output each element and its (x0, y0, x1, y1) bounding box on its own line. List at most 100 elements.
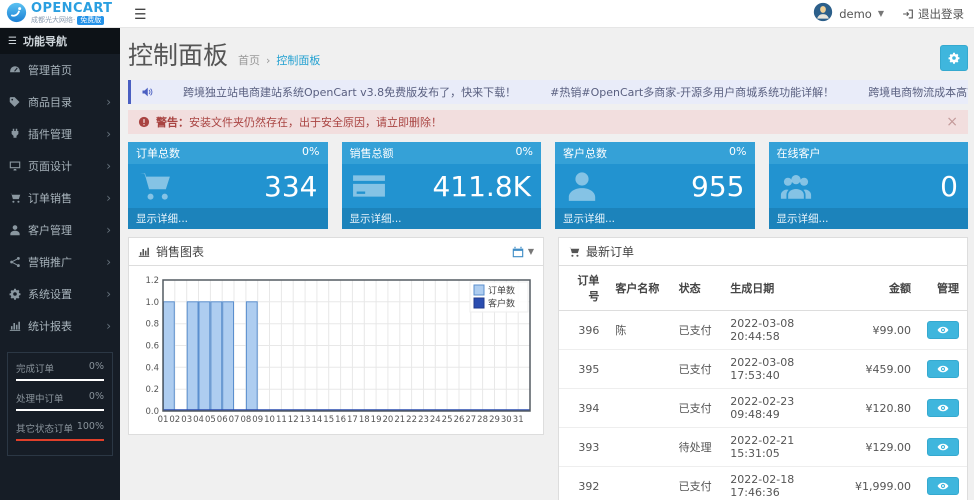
sidebar-item-label: 商品目录 (28, 96, 72, 109)
sidebar-order-stats: 完成订单 0% 处理中订单 0% 其它状态订单 100% (7, 352, 113, 456)
tile-details-link[interactable]: 显示详细... (341, 208, 541, 229)
sidebar-item-6[interactable]: 客户管理 › (0, 214, 120, 246)
dashboard-settings-button[interactable] (940, 45, 968, 71)
bar-chart-icon (138, 246, 150, 258)
tile-title: 在线客户 (776, 147, 821, 160)
logo[interactable]: OPENCART 成都光大网络· 免费版 (0, 2, 120, 26)
stat-tile-3: 客户总数 0% 955 显示详细... (555, 142, 755, 229)
announcement-items: 跨境独立站电商建站系统OpenCart v3.8免费版发布了，快来下载！ #热销#… (183, 84, 968, 100)
warning-alert: 警告：安装文件夹仍然存在，出于安全原因，请立即删除！ × (128, 110, 968, 134)
sidebar-item-7[interactable]: 营销推广 › (0, 246, 120, 278)
user-menu[interactable]: demo ▼ (813, 2, 884, 25)
chevron-right-icon: › (106, 319, 111, 333)
monitor-icon (9, 160, 21, 172)
main-content: 控制面板 首页 › 控制面板 跨境独立站电商建站系统OpenCart v3.8免… (120, 28, 974, 500)
sidebar-item-1[interactable]: 管理首页 (0, 54, 120, 86)
sidebar-item-3[interactable]: 插件管理 › (0, 118, 120, 150)
svg-text:31: 31 (513, 415, 524, 425)
tile-details-link[interactable]: 显示详细... (768, 208, 968, 229)
order-id: 395 (559, 349, 608, 389)
order-date: 2022-02-18 17:46:36 (730, 473, 795, 499)
chart-date-range-button[interactable]: ▼ (512, 246, 534, 258)
orders-table: 订单号 客户名称 状态 生成日期 金额 管理 396 陈 已支付 2022-03-08 2… (559, 266, 967, 500)
order-date: 2022-02-23 09:48:49 (722, 388, 846, 428)
svg-text:20: 20 (382, 415, 393, 425)
svg-text:24: 24 (430, 415, 441, 425)
svg-text:11: 11 (276, 415, 287, 425)
chevron-right-icon: › (106, 191, 111, 205)
sidebar-item-2[interactable]: 商品目录 › (0, 86, 120, 118)
svg-text:26: 26 (454, 415, 465, 425)
order-row: 392 已支付 2022-02-18 17:46:36 ¥1,999.00 (559, 467, 967, 500)
cart-icon (138, 169, 172, 203)
sidebar-item-9[interactable]: 统计报表 › (0, 310, 120, 342)
sales-chart-panel: 销售图表 ▼ 0.0 0.2 0.4 0.6 0.8 1.0 1.2 01 02 03 04 05 06… (128, 237, 544, 435)
order-amount: ¥459.00 (845, 349, 919, 389)
view-order-button[interactable] (927, 360, 959, 378)
view-order-button[interactable] (927, 477, 959, 495)
announcement-link[interactable]: 跨境独立站电商建站系统OpenCart v3.8免费版发布了，快来下载！ (183, 84, 516, 100)
order-date: 2022-02-21 15:31:05 (722, 427, 846, 467)
chevron-down-icon: ▼ (527, 247, 534, 256)
dashboard-icon (9, 64, 21, 76)
tile-details-link[interactable]: 显示详细... (555, 208, 755, 229)
announcement-link[interactable]: #热销#OpenCart多商家-开源多用户商城系统功能详解！ (550, 84, 834, 100)
exclamation-circle-icon (138, 116, 150, 128)
breadcrumb-current[interactable]: 控制面板 (276, 52, 320, 68)
sidebar-item-label: 插件管理 (28, 128, 72, 141)
svg-text:04: 04 (193, 415, 204, 425)
svg-text:1.0: 1.0 (145, 298, 159, 308)
view-order-button[interactable] (927, 321, 959, 339)
stat-tiles: 订单总数 0% 334 显示详细... 销售总额 0% 411.8K 显示详细.… (128, 142, 968, 229)
opencart-logo-icon (6, 2, 27, 26)
avatar (813, 2, 833, 25)
nav-header: ☰ 功能导航 (0, 28, 120, 54)
svg-text:18: 18 (359, 415, 370, 425)
tile-title: 销售总额 (349, 147, 394, 160)
sidebar-stat-label: 其它状态订单 (16, 424, 74, 435)
svg-text:10: 10 (264, 415, 275, 425)
tile-value: 0 (940, 169, 958, 203)
sidebar-toggle-button[interactable]: ☰ (120, 0, 161, 28)
sidebar-stat-label: 完成订单 (16, 364, 55, 375)
stat-tile-4: 在线客户 0 显示详细... (768, 142, 968, 229)
order-row: 394 已支付 2022-02-23 09:48:49 ¥120.80 (559, 388, 967, 428)
svg-text:02: 02 (169, 415, 180, 425)
sales-bar-chart: 0.0 0.2 0.4 0.6 0.8 1.0 1.2 01 02 03 04 05 06 07 08 09 1… (129, 266, 543, 434)
username: demo (839, 6, 872, 21)
sidebar-stat: 完成订单 0% (16, 361, 104, 381)
eye-icon (937, 402, 949, 414)
sidebar-item-4[interactable]: 页面设计 › (0, 150, 120, 182)
tile-percent: 0% (515, 145, 533, 158)
close-icon[interactable]: × (946, 115, 958, 129)
page-title: 控制面板 (128, 41, 229, 70)
order-customer: 陈 (607, 310, 671, 350)
opencart-admin-dashboard: OPENCART 成都光大网络· 免费版 ☰ demo ▼ 退出登录 ☰ 功能导… (0, 0, 974, 500)
sidebar-stat-value: 0% (88, 391, 104, 402)
orders-column-header: 状态 (670, 266, 723, 311)
sidebar-stat-value: 0% (88, 361, 104, 372)
svg-text:22: 22 (406, 415, 417, 425)
announcement-link[interactable]: 跨境电商物流成本高？各类物流模式总有一款适合你！ (868, 84, 968, 100)
sidebar-item-8[interactable]: 系统设置 › (0, 278, 120, 310)
logout-button[interactable]: 退出登录 (902, 6, 964, 22)
logout-label: 退出登录 (918, 6, 964, 21)
sidebar-item-5[interactable]: 订单销售 › (0, 182, 120, 214)
sidebar-item-label: 客户管理 (28, 224, 72, 237)
cart-icon (568, 246, 580, 258)
bar-chart-icon (9, 320, 21, 332)
latest-orders-title: 最新订单 (586, 245, 635, 259)
order-id: 394 (559, 388, 608, 428)
edition-badge: 免费版 (77, 16, 105, 25)
view-order-button[interactable] (927, 399, 959, 417)
breadcrumb-home[interactable]: 首页 (238, 52, 260, 68)
svg-text:客户数: 客户数 (488, 298, 515, 310)
tile-value: 955 (691, 169, 745, 203)
svg-text:14: 14 (311, 415, 322, 425)
tile-percent: 0% (302, 145, 320, 158)
view-order-button[interactable] (927, 438, 959, 456)
tile-details-link[interactable]: 显示详细... (128, 208, 328, 229)
order-id: 392 (578, 479, 600, 493)
order-row: 393 待处理 2022-02-21 15:31:05 ¥129.00 (559, 427, 967, 467)
svg-text:08: 08 (240, 415, 251, 425)
